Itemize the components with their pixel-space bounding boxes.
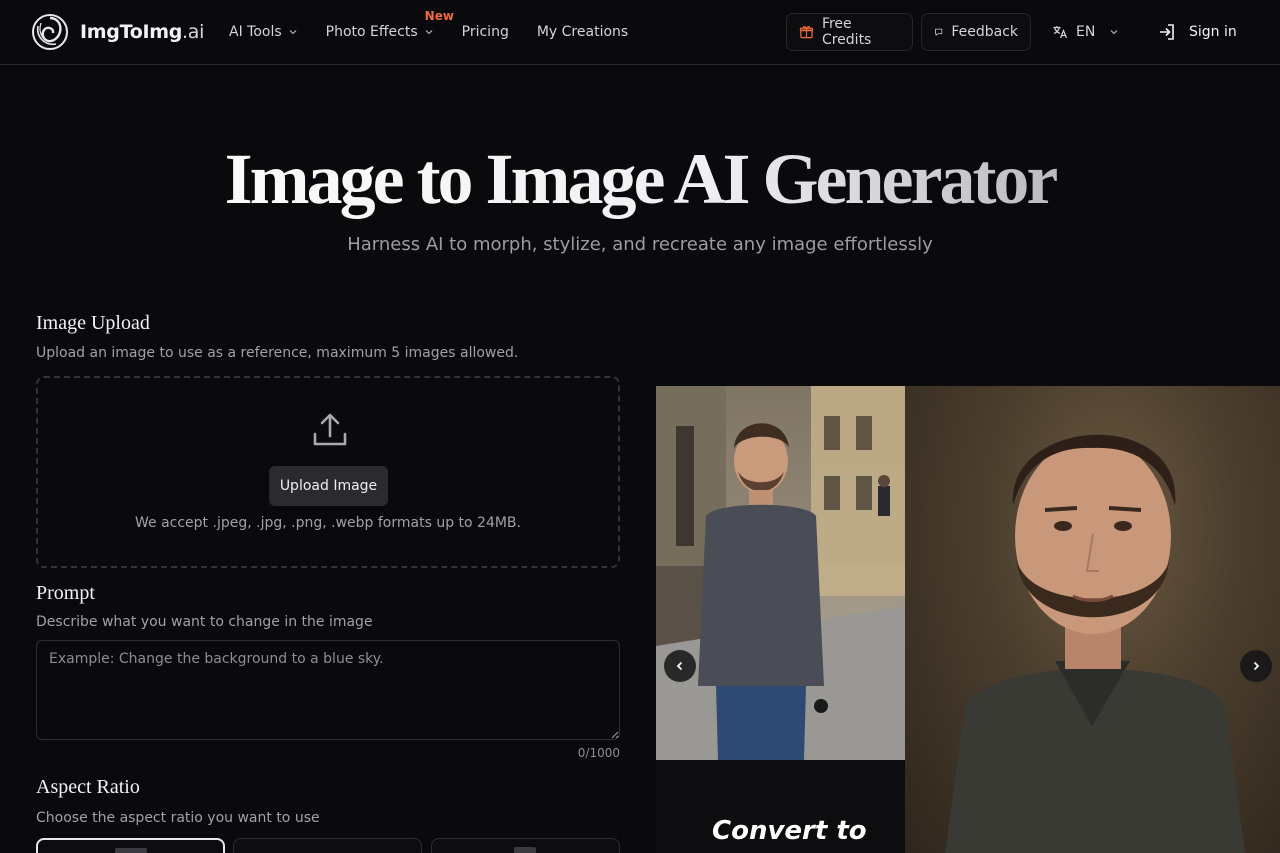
new-badge: New <box>424 9 454 23</box>
prompt-section-description: Describe what you want to change in the … <box>36 614 373 630</box>
translate-icon <box>1053 26 1068 39</box>
carousel-prev-button[interactable] <box>664 650 696 682</box>
aspect-ratio-section-description: Choose the aspect ratio you want to use <box>36 810 320 826</box>
aspect-ratio-option[interactable] <box>36 838 225 853</box>
feedback-label: Feedback <box>951 24 1018 40</box>
message-square-icon <box>935 28 943 36</box>
chevron-down-icon <box>289 30 297 35</box>
showcase-caption: Convert to <box>712 816 867 846</box>
example-input-photo-art <box>656 386 905 760</box>
upload-icon <box>313 413 347 446</box>
free-credits-label: Free Credits <box>821 16 872 48</box>
page-subtitle: Harness AI to morph, stylize, and recrea… <box>347 234 933 255</box>
prompt-input[interactable] <box>36 640 620 740</box>
sign-in-label: Sign in <box>1189 24 1237 40</box>
chevron-down-icon <box>425 30 433 35</box>
upload-image-button[interactable]: Upload Image <box>269 466 388 506</box>
carousel-next-button[interactable] <box>1240 650 1272 682</box>
brand-logo[interactable]: ImgToImg.ai <box>32 14 204 50</box>
nav-pricing[interactable]: Pricing <box>462 24 509 40</box>
nav-photo-effects-label: Photo Effects <box>325 24 418 40</box>
generator-form: Image Upload Upload an image to use as a… <box>36 312 620 853</box>
page-title: Image to Image AI Generator <box>0 138 1280 221</box>
aspect-ratio-option[interactable] <box>431 838 620 853</box>
feedback-button[interactable]: Feedback <box>921 13 1031 51</box>
spiral-logo-icon <box>32 14 68 50</box>
aspect-ratio-section-title: Aspect Ratio <box>36 776 140 798</box>
upload-section-title: Image Upload <box>36 312 150 334</box>
sign-in-button[interactable]: Sign in <box>1157 13 1237 51</box>
language-label: EN <box>1076 24 1096 40</box>
prompt-char-counter: 0/1000 <box>577 746 620 760</box>
upload-section-description: Upload an image to use as a reference, m… <box>36 345 519 361</box>
example-output-photo-art <box>945 434 1245 853</box>
free-credits-button[interactable]: Free Credits <box>786 13 913 51</box>
chevron-down-icon <box>1110 30 1118 35</box>
example-output-photo <box>905 386 1280 853</box>
nav-ai-tools[interactable]: AI Tools <box>229 24 298 40</box>
example-showcase: Convert to <box>656 386 1280 853</box>
upload-format-note: We accept .jpeg, .jpg, .png, .webp forma… <box>135 515 521 531</box>
top-navbar: ImgToImg.ai AI Tools Photo Effects New P… <box>0 0 1280 65</box>
chevron-left-icon <box>676 661 683 671</box>
aspect-ratio-option[interactable] <box>233 838 422 853</box>
gift-icon <box>799 26 814 39</box>
main-nav: AI Tools Photo Effects New Pricing My Cr… <box>229 0 628 64</box>
upload-dropzone[interactable]: Upload Image We accept .jpeg, .jpg, .png… <box>36 376 620 568</box>
example-input-photo <box>656 386 905 760</box>
nav-my-creations[interactable]: My Creations <box>537 24 628 40</box>
nav-ai-tools-label: AI Tools <box>229 24 282 40</box>
aspect-ratio-shape-icon <box>115 848 147 853</box>
language-selector[interactable]: EN <box>1052 13 1119 51</box>
brand-name: ImgToImg.ai <box>80 21 205 43</box>
prompt-section-title: Prompt <box>36 582 95 604</box>
log-in-icon <box>1160 24 1174 40</box>
aspect-ratio-shape-icon <box>514 847 536 853</box>
nav-photo-effects[interactable]: Photo Effects New <box>325 9 454 40</box>
chevron-right-icon <box>1253 661 1260 671</box>
